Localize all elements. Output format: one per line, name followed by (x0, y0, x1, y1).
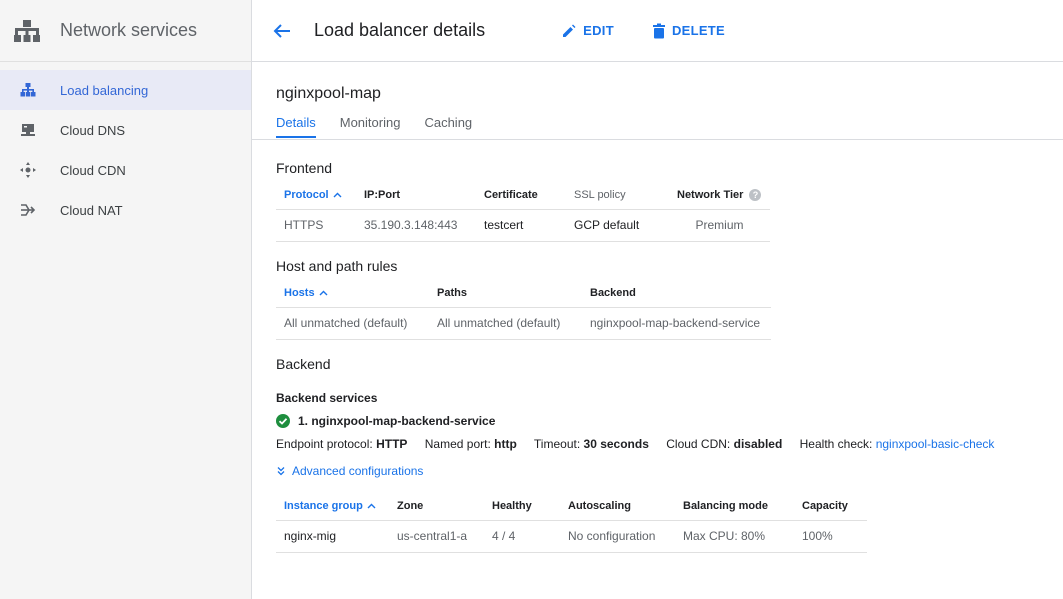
table-header-row: Hosts Paths Backend (276, 279, 771, 308)
ip-port-header: IP:Port (356, 181, 476, 210)
page-title: Load balancer details (314, 20, 486, 40)
autoscaling-header: Autoscaling (560, 492, 675, 521)
sidebar-item-cloud-cdn[interactable]: Cloud CDN (0, 150, 251, 190)
host-rules-table: Hosts Paths Backend All unmatched (defau… (276, 279, 771, 340)
capacity-cell: 100% (794, 520, 867, 553)
sidebar-item-label: Cloud NAT (60, 202, 123, 218)
ip-port-cell: 35.190.3.148:443 (356, 209, 476, 242)
backend-header: Backend (582, 279, 771, 308)
ssl-policy-header: SSL policy (566, 181, 669, 210)
table-header-row: Protocol IP:Port Certificate SSL policy … (276, 181, 770, 210)
sidebar-item-load-balancing[interactable]: Load balancing (0, 70, 251, 110)
sidebar-item-label: Cloud DNS (60, 122, 126, 138)
health-check-link[interactable]: nginxpool-basic-check (876, 437, 995, 451)
nat-icon (18, 200, 38, 220)
certificate-header: Certificate (476, 181, 566, 210)
tab-details[interactable]: Details (276, 115, 316, 138)
backend-title: Backend (276, 356, 331, 372)
protocol-header[interactable]: Protocol (276, 181, 356, 210)
sidebar-header: Network services (0, 0, 251, 62)
help-icon[interactable]: ? (749, 188, 762, 201)
capacity-header: Capacity (794, 492, 867, 521)
ssl-policy-cell: GCP default (566, 209, 669, 242)
load-balancer-name: nginxpool-map (276, 85, 381, 102)
network-services-logo-icon (14, 19, 40, 42)
advanced-configurations-toggle[interactable]: Advanced configurations (276, 464, 423, 478)
double-chevron-down-icon (277, 467, 285, 476)
healthy-header: Healthy (484, 492, 560, 521)
frontend-title: Frontend (276, 160, 333, 176)
delete-button[interactable]: DELETE (652, 23, 725, 39)
hosts-header[interactable]: Hosts (276, 279, 429, 308)
backend-service-name: 1. nginxpool-map-backend-service (276, 414, 495, 428)
edit-label: EDIT (583, 23, 614, 38)
certificate-cell: testcert (476, 209, 566, 242)
back-arrow-icon[interactable] (270, 19, 294, 43)
edit-button[interactable]: EDIT (561, 23, 614, 39)
table-row: HTTPS 35.190.3.148:443 testcert GCP defa… (276, 209, 770, 242)
autoscaling-cell: No configuration (560, 520, 675, 553)
top-bar: Load balancer details EDIT DELETE (252, 0, 1063, 62)
delete-label: DELETE (671, 23, 726, 38)
check-circle-icon (276, 414, 290, 428)
instance-group-cell[interactable]: nginx-mig (276, 520, 389, 553)
endpoint-protocol: Endpoint protocol: HTTP (276, 437, 408, 451)
table-row: All unmatched (default) All unmatched (d… (276, 307, 771, 340)
sidebar-item-cloud-nat[interactable]: Cloud NAT (0, 190, 251, 230)
paths-header: Paths (429, 279, 582, 308)
instance-group-header[interactable]: Instance group (276, 492, 389, 521)
network-tier-cell: Premium (669, 209, 770, 242)
tab-monitoring[interactable]: Monitoring (340, 115, 401, 138)
paths-cell: All unmatched (default) (429, 307, 582, 340)
backend-cell: nginxpool-map-backend-service (582, 307, 771, 340)
balancing-mode-cell: Max CPU: 80% (675, 520, 794, 553)
backend-service-details: Endpoint protocol: HTTP Named port: http… (276, 437, 1008, 451)
table-row: nginx-mig us-central1-a 4 / 4 No configu… (276, 520, 867, 553)
tab-divider (252, 139, 1063, 140)
table-header-row: Instance group Zone Healthy Autoscaling … (276, 492, 867, 521)
balancing-mode-header: Balancing mode (675, 492, 794, 521)
protocol-cell: HTTPS (276, 209, 356, 242)
backend-services-title: Backend services (276, 391, 378, 405)
frontend-table: Protocol IP:Port Certificate SSL policy … (276, 181, 770, 242)
main-content: nginxpool-map Details Monitoring Caching… (252, 62, 1063, 553)
tab-caching[interactable]: Caching (424, 115, 472, 138)
detail-tabs: Details Monitoring Caching (276, 115, 496, 138)
host-path-rules-title: Host and path rules (276, 258, 398, 274)
sidebar-item-cloud-dns[interactable]: Cloud DNS (0, 110, 251, 150)
zone-header: Zone (389, 492, 484, 521)
sort-up-icon (367, 503, 376, 509)
sort-up-icon (319, 290, 328, 296)
sidebar-title: Network services (60, 20, 198, 40)
cloud-cdn-status: Cloud CDN: disabled (666, 437, 783, 451)
health-check: Health check: nginxpool-basic-check (799, 437, 995, 451)
hosts-cell: All unmatched (default) (276, 307, 429, 340)
zone-cell: us-central1-a (389, 520, 484, 553)
instance-group-table: Instance group Zone Healthy Autoscaling … (276, 492, 867, 553)
dns-icon (18, 120, 38, 140)
network-tier-header: Network Tier? (669, 181, 770, 210)
cdn-icon (18, 160, 38, 180)
load-balancing-icon (18, 80, 38, 100)
sidebar-item-label: Cloud CDN (60, 162, 126, 178)
sidebar-item-label: Load balancing (60, 82, 149, 98)
healthy-cell: 4 / 4 (484, 520, 560, 553)
timeout: Timeout: 30 seconds (533, 437, 649, 451)
sidebar: Network services Load balancing Cloud DN… (0, 0, 252, 599)
pencil-icon (563, 24, 576, 37)
trash-icon (652, 23, 665, 38)
sidebar-nav: Load balancing Cloud DNS Cloud CDN Cloud… (0, 70, 251, 230)
sort-up-icon (333, 192, 342, 198)
named-port: Named port: http (424, 437, 517, 451)
